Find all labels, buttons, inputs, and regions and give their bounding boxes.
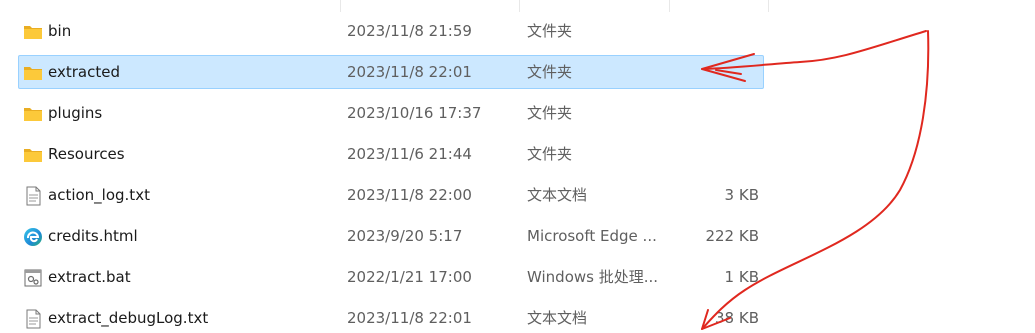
file-date: 2023/11/8 22:00 bbox=[347, 186, 472, 204]
file-type: 文本文档 bbox=[527, 186, 588, 204]
column-divider[interactable] bbox=[669, 0, 670, 12]
folder-icon bbox=[24, 67, 42, 80]
file-date: 2023/11/8 22:01 bbox=[347, 309, 472, 327]
file-type: 文件夹 bbox=[527, 104, 573, 122]
file-row-action-log[interactable]: action_log.txt 2023/11/8 22:00 文本文档 3 KB bbox=[18, 178, 764, 212]
folder-icon bbox=[24, 149, 42, 162]
file-row-resources[interactable]: Resources 2023/11/6 21:44 文件夹 bbox=[18, 137, 764, 171]
file-row-bin[interactable]: bin 2023/11/8 21:59 文件夹 bbox=[18, 14, 764, 48]
file-type: Microsoft Edge ... bbox=[527, 227, 657, 245]
column-divider[interactable] bbox=[340, 0, 341, 12]
file-size: 38 KB bbox=[715, 309, 759, 327]
file-name: credits.html bbox=[48, 227, 138, 245]
file-row-extract-bat[interactable]: extract.bat 2022/1/21 17:00 Windows 批处理.… bbox=[18, 260, 764, 294]
file-date: 2023/9/20 5:17 bbox=[347, 227, 463, 245]
file-row-credits[interactable]: credits.html 2023/9/20 5:17 Microsoft Ed… bbox=[18, 219, 764, 253]
file-name: action_log.txt bbox=[48, 186, 150, 204]
file-name: Resources bbox=[48, 145, 125, 163]
file-type: Windows 批处理... bbox=[527, 268, 659, 286]
file-name: plugins bbox=[48, 104, 103, 122]
file-size: 3 KB bbox=[724, 186, 759, 204]
file-date: 2022/1/21 17:00 bbox=[347, 268, 472, 286]
file-date: 2023/11/8 21:59 bbox=[347, 22, 472, 40]
column-divider[interactable] bbox=[519, 0, 520, 12]
file-size: 222 KB bbox=[705, 227, 759, 245]
text-file-icon bbox=[26, 186, 41, 206]
file-type: 文件夹 bbox=[527, 22, 573, 40]
text-file-icon bbox=[26, 309, 41, 329]
file-name: bin bbox=[48, 22, 72, 40]
file-date: 2023/11/8 22:01 bbox=[347, 63, 472, 81]
edge-icon bbox=[24, 228, 42, 246]
file-type: 文本文档 bbox=[527, 309, 588, 327]
folder-icon bbox=[24, 26, 42, 39]
file-date: 2023/10/16 17:37 bbox=[347, 104, 482, 122]
file-date: 2023/11/6 21:44 bbox=[347, 145, 472, 163]
file-type: 文件夹 bbox=[527, 63, 573, 81]
file-name: extract.bat bbox=[48, 268, 131, 286]
file-name: extracted bbox=[48, 63, 120, 81]
file-row-plugins[interactable]: plugins 2023/10/16 17:37 文件夹 bbox=[18, 96, 764, 130]
batch-file-icon bbox=[24, 269, 42, 287]
file-row-extracted[interactable]: extracted 2023/11/8 22:01 文件夹 bbox=[18, 55, 764, 89]
column-divider[interactable] bbox=[768, 0, 769, 12]
file-name: extract_debugLog.txt bbox=[48, 309, 209, 327]
file-row-extract-debuglog[interactable]: extract_debugLog.txt 2023/11/8 22:01 文本文… bbox=[18, 301, 764, 333]
file-explorer-view: bin 2023/11/8 21:59 文件夹 extracted 2023/1… bbox=[0, 0, 1035, 333]
folder-icon bbox=[24, 108, 42, 121]
file-size: 1 KB bbox=[724, 268, 759, 286]
file-type: 文件夹 bbox=[527, 145, 573, 163]
